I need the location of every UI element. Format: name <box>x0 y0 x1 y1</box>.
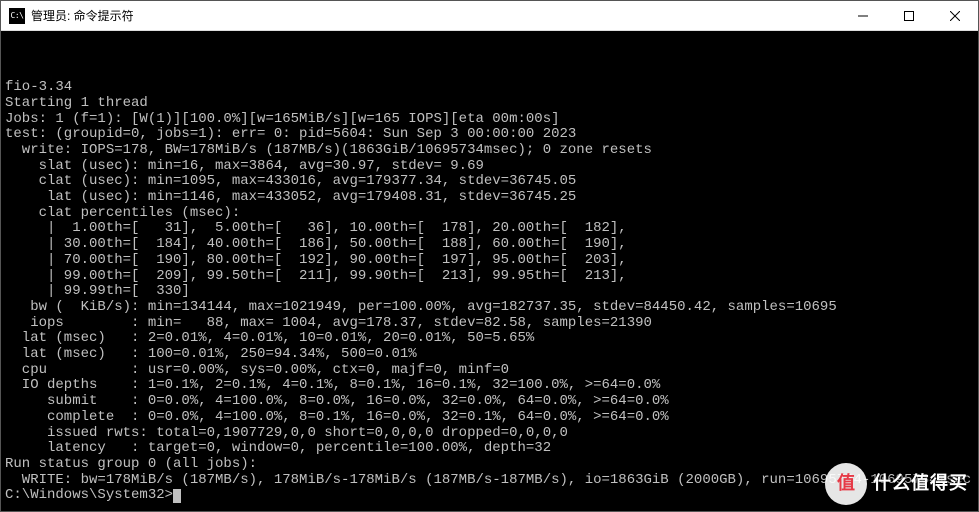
close-button[interactable] <box>932 1 978 31</box>
minimize-button[interactable] <box>840 1 886 31</box>
cmd-icon: C:\ <box>9 8 25 24</box>
terminal-line: C:\Windows\System32> <box>5 488 974 504</box>
terminal-line: bw ( KiB/s): min=134144, max=1021949, pe… <box>5 300 974 316</box>
terminal-line: | 99.99th=[ 330] <box>5 284 974 300</box>
window-title: 管理员: 命令提示符 <box>31 7 134 24</box>
terminal-line: WRITE: bw=178MiB/s (187MB/s), 178MiB/s-1… <box>5 473 974 489</box>
terminal-line: write: IOPS=178, BW=178MiB/s (187MB/s)(1… <box>5 143 974 159</box>
terminal-line: issued rwts: total=0,1907729,0,0 short=0… <box>5 426 974 442</box>
terminal-line: | 1.00th=[ 31], 5.00th=[ 36], 10.00th=[ … <box>5 221 974 237</box>
terminal-line: complete : 0=0.0%, 4=100.0%, 8=0.1%, 16=… <box>5 410 974 426</box>
terminal-line: Starting 1 thread <box>5 96 974 112</box>
terminal-line: | 70.00th=[ 190], 80.00th=[ 192], 90.00t… <box>5 253 974 269</box>
titlebar[interactable]: C:\ 管理员: 命令提示符 <box>1 1 978 31</box>
terminal-line: clat (usec): min=1095, max=433016, avg=1… <box>5 174 974 190</box>
terminal-line: Run status group 0 (all jobs): <box>5 457 974 473</box>
terminal-line: lat (msec) : 2=0.01%, 4=0.01%, 10=0.01%,… <box>5 331 974 347</box>
terminal-line: submit : 0=0.0%, 4=100.0%, 8=0.0%, 16=0.… <box>5 394 974 410</box>
terminal-line: | 30.00th=[ 184], 40.00th=[ 186], 50.00t… <box>5 237 974 253</box>
terminal-line: clat percentiles (msec): <box>5 206 974 222</box>
maximize-button[interactable] <box>886 1 932 31</box>
admin-cmd-window: C:\ 管理员: 命令提示符 fio-3.34Starting 1 thread… <box>0 0 979 512</box>
cmd-icon-label: C:\ <box>11 11 24 20</box>
cursor <box>173 489 181 503</box>
terminal-line: | 99.00th=[ 209], 99.50th=[ 211], 99.90t… <box>5 269 974 285</box>
terminal-line: cpu : usr=0.00%, sys=0.00%, ctx=0, majf=… <box>5 363 974 379</box>
terminal-line: latency : target=0, window=0, percentile… <box>5 441 974 457</box>
terminal-line: IO depths : 1=0.1%, 2=0.1%, 4=0.1%, 8=0.… <box>5 378 974 394</box>
terminal-line: test: (groupid=0, jobs=1): err= 0: pid=5… <box>5 127 974 143</box>
terminal-line: fio-3.34 <box>5 80 974 96</box>
terminal-line: slat (usec): min=16, max=3864, avg=30.97… <box>5 159 974 175</box>
terminal-line: lat (usec): min=1146, max=433052, avg=17… <box>5 190 974 206</box>
terminal-line: Jobs: 1 (f=1): [W(1)][100.0%][w=165MiB/s… <box>5 112 974 128</box>
terminal-line: lat (msec) : 100=0.01%, 250=94.34%, 500=… <box>5 347 974 363</box>
terminal-output[interactable]: fio-3.34Starting 1 threadJobs: 1 (f=1): … <box>1 31 978 511</box>
terminal-line: iops : min= 88, max= 1004, avg=178.37, s… <box>5 316 974 332</box>
